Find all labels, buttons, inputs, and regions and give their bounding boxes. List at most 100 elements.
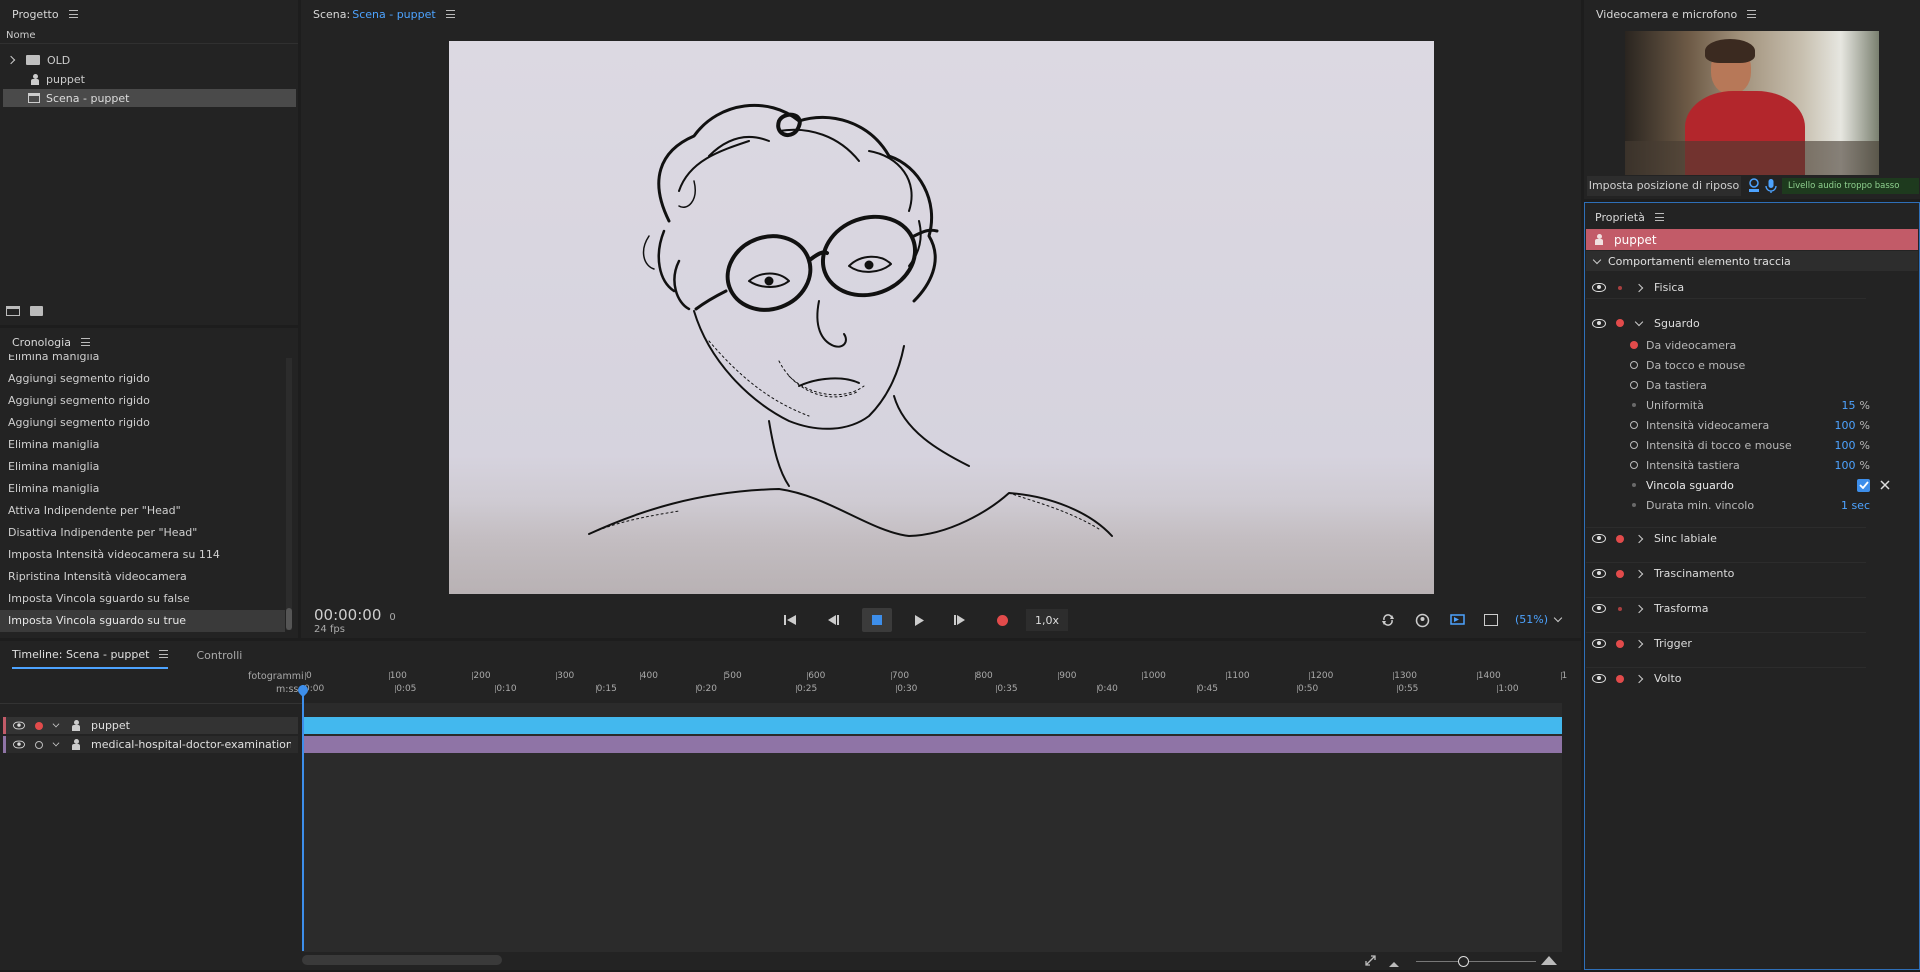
behavior-sguardo[interactable]: Sguardo (1586, 312, 1866, 334)
time-ruler[interactable]: 0 100 200 300 400 500 600 700 800 900 1000 1100 1200… (302, 671, 1567, 703)
behaviors-section-header[interactable]: Comportamenti elemento traccia (1586, 251, 1918, 271)
history-item-selected[interactable]: Imposta Vincola sguardo su true (0, 610, 285, 632)
step-forward-button[interactable] (952, 612, 968, 628)
arm-record-dot[interactable] (1618, 285, 1622, 290)
scene-canvas[interactable] (449, 41, 1434, 594)
slider-handle[interactable] (1458, 956, 1469, 967)
new-folder-icon[interactable] (30, 306, 43, 316)
arm-record-dot[interactable] (1616, 319, 1624, 327)
fit-to-view-icon[interactable] (1365, 955, 1376, 966)
behavior-trasforma[interactable]: Trasforma (1586, 597, 1866, 619)
history-item[interactable]: Elimina maniglia (0, 478, 285, 500)
rest-pose-button[interactable]: Imposta posizione di riposo (1587, 176, 1741, 196)
step-back-button[interactable] (825, 612, 841, 628)
input-da-tocco-mouse[interactable]: Da tocco e mouse (1630, 356, 1745, 374)
stop-button[interactable] (862, 608, 892, 632)
expand-icon[interactable] (6, 55, 16, 65)
visibility-eye-icon[interactable] (1592, 569, 1606, 578)
timecode[interactable]: 00:00:00 (314, 606, 381, 624)
playback-speed[interactable]: 1,0x (1026, 609, 1068, 631)
rig-mode-button[interactable] (1414, 612, 1430, 628)
history-item[interactable]: Elimina maniglia (0, 434, 285, 456)
param-value[interactable]: 100 (1835, 439, 1856, 452)
project-column-header[interactable]: Nome (0, 28, 298, 44)
behavior-trigger[interactable]: Trigger (1586, 632, 1866, 654)
input-inactive-ring[interactable] (1630, 361, 1638, 369)
arm-record-dot[interactable] (1618, 606, 1622, 611)
close-icon[interactable] (1880, 480, 1890, 490)
history-item[interactable]: Imposta Intensità videocamera su 114 (0, 544, 285, 566)
history-item[interactable]: Ripristina Intensità videocamera (0, 566, 285, 588)
history-item[interactable]: Elimina maniglia (0, 354, 285, 368)
visibility-eye-icon[interactable] (13, 740, 25, 749)
visibility-eye-icon[interactable] (1592, 534, 1606, 543)
history-item[interactable]: Imposta Vincola sguardo su false (0, 588, 285, 610)
history-menu-icon[interactable] (80, 338, 90, 346)
history-scrollbar[interactable] (286, 358, 292, 630)
camera-menu-icon[interactable] (1747, 10, 1757, 18)
tab-timeline[interactable]: Timeline: Scena - puppet (12, 641, 169, 669)
visibility-eye-icon[interactable] (1592, 639, 1606, 648)
track-header-media[interactable]: medical-hospital-doctor-examination-r... (3, 736, 298, 753)
camera-input-toggle[interactable] (1449, 612, 1465, 628)
input-da-tastiera[interactable]: Da tastiera (1630, 376, 1707, 394)
track-area[interactable] (302, 703, 1562, 952)
loop-button[interactable] (1380, 612, 1396, 628)
arm-record-dot[interactable] (1616, 639, 1624, 648)
param-ring[interactable] (1630, 441, 1638, 449)
input-inactive-ring[interactable] (1630, 381, 1638, 389)
visibility-eye-icon[interactable] (1592, 318, 1606, 328)
camera-toggle-icon[interactable] (1747, 178, 1761, 194)
timeline-horizontal-scrollbar[interactable] (302, 955, 502, 965)
go-to-start-button[interactable] (782, 612, 798, 628)
track-header-puppet[interactable]: puppet (3, 717, 298, 734)
history-item[interactable]: Aggiungi segmento rigido (0, 368, 285, 390)
arm-record-ring[interactable] (35, 740, 43, 749)
new-scene-icon[interactable] (6, 306, 20, 316)
expand-icon[interactable] (1634, 283, 1644, 292)
collapse-icon[interactable] (1592, 255, 1602, 264)
visibility-eye-icon[interactable] (1592, 283, 1606, 292)
zoom-in-icon[interactable] (1541, 954, 1557, 965)
history-item[interactable]: Aggiungi segmento rigido (0, 412, 285, 434)
timeline-menu-icon[interactable] (159, 650, 169, 658)
play-button[interactable] (911, 612, 927, 628)
history-list[interactable]: Elimina maniglia Aggiungi segmento rigid… (0, 354, 285, 632)
arm-record-dot[interactable] (1616, 569, 1624, 578)
arm-record-dot[interactable] (1616, 674, 1624, 683)
project-item-scene[interactable]: Scena - puppet (3, 89, 296, 107)
scene-name-link[interactable]: Scena - puppet (352, 8, 435, 21)
arm-record-dot[interactable] (35, 721, 43, 730)
param-ring[interactable] (1630, 421, 1638, 429)
track-bar-media[interactable] (302, 736, 1562, 753)
properties-menu-icon[interactable] (1654, 213, 1664, 221)
visibility-eye-icon[interactable] (1592, 674, 1606, 683)
project-item-old[interactable]: OLD (0, 51, 298, 69)
zoom-dropdown-icon[interactable] (1553, 613, 1563, 623)
collapse-icon[interactable] (1634, 317, 1644, 326)
history-item[interactable]: Disattiva Indipendente per "Head" (0, 522, 285, 544)
project-item-puppet[interactable]: puppet (0, 70, 298, 88)
timeline-zoom-slider[interactable] (1416, 956, 1536, 967)
playhead[interactable] (295, 682, 311, 951)
background-toggle[interactable] (1483, 612, 1499, 628)
expand-icon[interactable] (1634, 534, 1644, 543)
expand-icon[interactable] (1634, 639, 1644, 648)
track-expand-icon[interactable] (52, 739, 60, 747)
expand-icon[interactable] (1634, 604, 1644, 613)
tab-controlli[interactable]: Controlli (196, 649, 242, 662)
timecode-display[interactable]: 00:00:00 0 (314, 606, 396, 624)
project-menu-icon[interactable] (68, 10, 78, 18)
record-button[interactable] (994, 612, 1010, 628)
scene-menu-icon[interactable] (445, 10, 455, 18)
track-expand-icon[interactable] (52, 720, 60, 728)
history-item[interactable]: Aggiungi segmento rigido (0, 390, 285, 412)
behavior-volto[interactable]: Volto (1586, 667, 1866, 689)
history-item[interactable]: Elimina maniglia (0, 456, 285, 478)
param-value[interactable]: 100 (1835, 459, 1856, 472)
zoom-out-icon[interactable] (1389, 957, 1399, 967)
expand-icon[interactable] (1634, 569, 1644, 578)
param-value[interactable]: 15 (1842, 399, 1856, 412)
visibility-eye-icon[interactable] (1592, 604, 1606, 613)
input-da-videocamera[interactable]: Da videocamera (1630, 336, 1736, 354)
